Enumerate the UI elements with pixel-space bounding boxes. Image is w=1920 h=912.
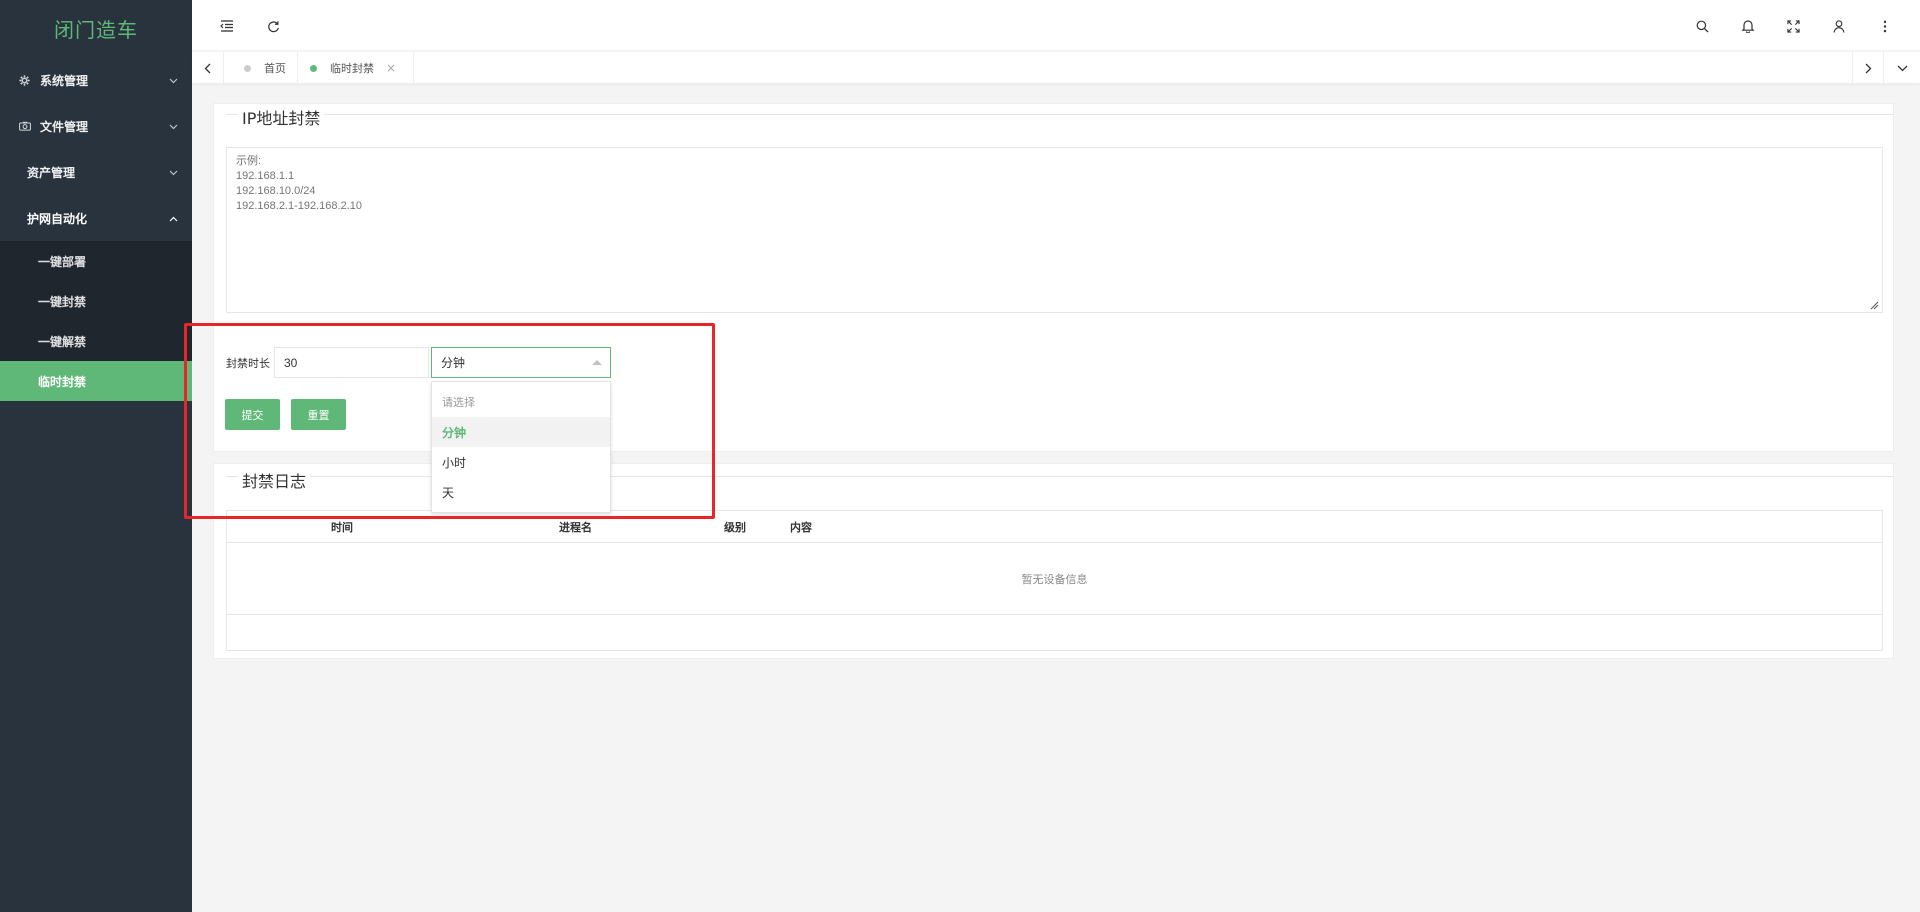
- sidebar-item-label: 资产管理: [27, 165, 76, 180]
- chevron-down-icon: [169, 119, 178, 133]
- sidebar-item-label: 护网自动化: [27, 211, 88, 226]
- reset-button[interactable]: 重置: [291, 399, 346, 430]
- bell-icon[interactable]: [1737, 15, 1759, 37]
- sidebar-item-one-click-unban[interactable]: 一键解禁: [0, 321, 192, 361]
- tabs-menu-dropdown[interactable]: [1886, 52, 1918, 84]
- refresh-icon[interactable]: [262, 15, 284, 37]
- ip-address-textarea[interactable]: [226, 147, 1883, 313]
- gear-icon: [18, 74, 31, 87]
- resize-grip-icon[interactable]: [1869, 300, 1879, 310]
- sidebar-item-label: 系统管理: [40, 73, 89, 88]
- submit-button[interactable]: 提交: [225, 399, 280, 430]
- tab-home[interactable]: 首页: [226, 52, 298, 84]
- tabs-scroll-right[interactable]: [1852, 52, 1884, 84]
- menu-fold-icon[interactable]: [216, 15, 238, 37]
- tab-label: 首页: [264, 62, 286, 75]
- column-header-process: 进程名: [559, 521, 592, 534]
- camera-icon: [18, 120, 31, 133]
- column-header-content: 内容: [790, 521, 812, 534]
- sidebar-item-one-click-deploy[interactable]: 一键部署: [0, 241, 192, 281]
- caret-up-icon: [592, 360, 602, 365]
- duration-label: 封禁时长: [226, 357, 270, 370]
- top-header: [192, 0, 1920, 51]
- sidebar-item-label: 文件管理: [40, 119, 89, 134]
- table-header: 时间 进程名 级别 内容: [227, 511, 1882, 543]
- more-icon[interactable]: [1874, 15, 1896, 37]
- chevron-down-icon: [169, 73, 178, 87]
- unit-select[interactable]: 分钟: [431, 347, 611, 378]
- chevron-up-icon: [169, 211, 178, 225]
- fieldset-line: [226, 114, 1893, 115]
- unit-dropdown-list: 请选择 分钟 小时 天: [431, 381, 611, 513]
- app-logo[interactable]: 闭门造车: [0, 0, 192, 57]
- dropdown-option-placeholder[interactable]: 请选择: [432, 387, 610, 417]
- ip-ban-title: IP地址封禁: [238, 105, 325, 129]
- chevron-down-icon: [169, 165, 178, 179]
- duration-input[interactable]: [274, 347, 429, 378]
- close-icon[interactable]: ×: [386, 61, 396, 75]
- sidebar-item-file-management[interactable]: 文件管理: [0, 103, 192, 149]
- empty-state-text: 暂无设备信息: [227, 544, 1882, 615]
- fullscreen-icon[interactable]: [1782, 15, 1804, 37]
- sidebar-item-temporary-ban[interactable]: 临时封禁: [0, 361, 192, 401]
- sidebar-item-system-management[interactable]: 系统管理: [0, 57, 192, 103]
- tabs-scroll-left[interactable]: [192, 52, 224, 84]
- tab-temporary-ban[interactable]: 临时封禁 ×: [298, 52, 414, 84]
- search-icon[interactable]: [1691, 15, 1713, 37]
- tab-label: 临时封禁: [330, 62, 374, 75]
- dropdown-option-minutes[interactable]: 分钟: [432, 417, 610, 447]
- sidebar: 闭门造车 系统管理 文件管理 资产管理 护网自动化 一键部署 一键封禁 一键解禁…: [0, 0, 192, 912]
- sidebar-item-asset-management[interactable]: 资产管理: [0, 149, 192, 195]
- tab-dot: [244, 64, 251, 72]
- unit-select-value: 分钟: [441, 356, 466, 370]
- tabs-bar: 首页 临时封禁 ×: [192, 52, 1920, 84]
- column-header-time: 时间: [331, 521, 353, 534]
- dropdown-option-hours[interactable]: 小时: [432, 447, 610, 477]
- sidebar-submenu: 一键部署 一键封禁 一键解禁: [0, 241, 192, 361]
- ban-log-title: 封禁日志: [238, 468, 311, 492]
- ban-log-table: 时间 进程名 级别 内容 暂无设备信息: [226, 510, 1883, 651]
- user-icon[interactable]: [1828, 15, 1850, 37]
- sidebar-item-hw-automation[interactable]: 护网自动化: [0, 195, 192, 241]
- column-header-level: 级别: [724, 521, 746, 534]
- tab-dot: [310, 64, 317, 72]
- dropdown-option-days[interactable]: 天: [432, 477, 610, 507]
- sidebar-item-one-click-ban[interactable]: 一键封禁: [0, 281, 192, 321]
